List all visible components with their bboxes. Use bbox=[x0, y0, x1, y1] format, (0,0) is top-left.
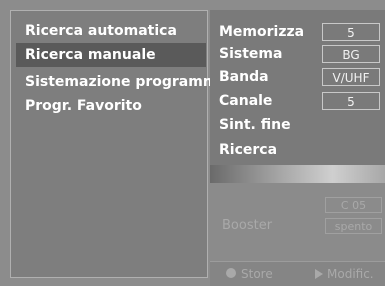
banda-label: Banda bbox=[219, 69, 269, 85]
booster-label: Booster bbox=[222, 218, 273, 233]
booster-value: spento bbox=[325, 218, 382, 234]
menu-item-sistemazione-programmi[interactable]: Sistemazione programmi bbox=[16, 70, 222, 94]
channel-readout: C 05 bbox=[325, 197, 382, 213]
store-icon bbox=[226, 268, 236, 278]
menu-item-ricerca-manuale[interactable]: Ricerca manuale bbox=[16, 43, 206, 67]
play-arrow-icon bbox=[315, 269, 323, 279]
osd-screen: Ricerca automatica Ricerca manuale Siste… bbox=[0, 0, 385, 286]
menu-item-progr-favorito[interactable]: Progr. Favorito bbox=[16, 94, 206, 118]
memorizza-value[interactable]: 5 bbox=[322, 23, 380, 41]
canale-value[interactable]: 5 bbox=[322, 92, 380, 110]
sint-fine-label[interactable]: Sint. fine bbox=[219, 114, 291, 136]
highlight-band bbox=[210, 165, 385, 183]
left-menu-panel: Ricerca automatica Ricerca manuale Siste… bbox=[10, 10, 222, 278]
ricerca-label[interactable]: Ricerca bbox=[219, 139, 277, 161]
modify-label: Modific. bbox=[327, 267, 374, 281]
bottom-hint-bar: Store Modific. bbox=[210, 261, 385, 286]
banda-value[interactable]: V/UHF bbox=[322, 68, 380, 86]
sistema-label: Sistema bbox=[219, 46, 283, 62]
store-label: Store bbox=[241, 267, 273, 281]
menu-item-ricerca-automatica[interactable]: Ricerca automatica bbox=[16, 19, 206, 43]
sistema-value[interactable]: BG bbox=[322, 45, 380, 63]
dimmed-submenu-area: C 05 Booster spento Store Modific. bbox=[210, 183, 385, 286]
canale-label: Canale bbox=[219, 93, 273, 109]
memorizza-label: Memorizza bbox=[219, 24, 305, 40]
right-settings-panel: Memorizza 5 Sistema BG Banda V/UHF Canal… bbox=[210, 10, 385, 286]
